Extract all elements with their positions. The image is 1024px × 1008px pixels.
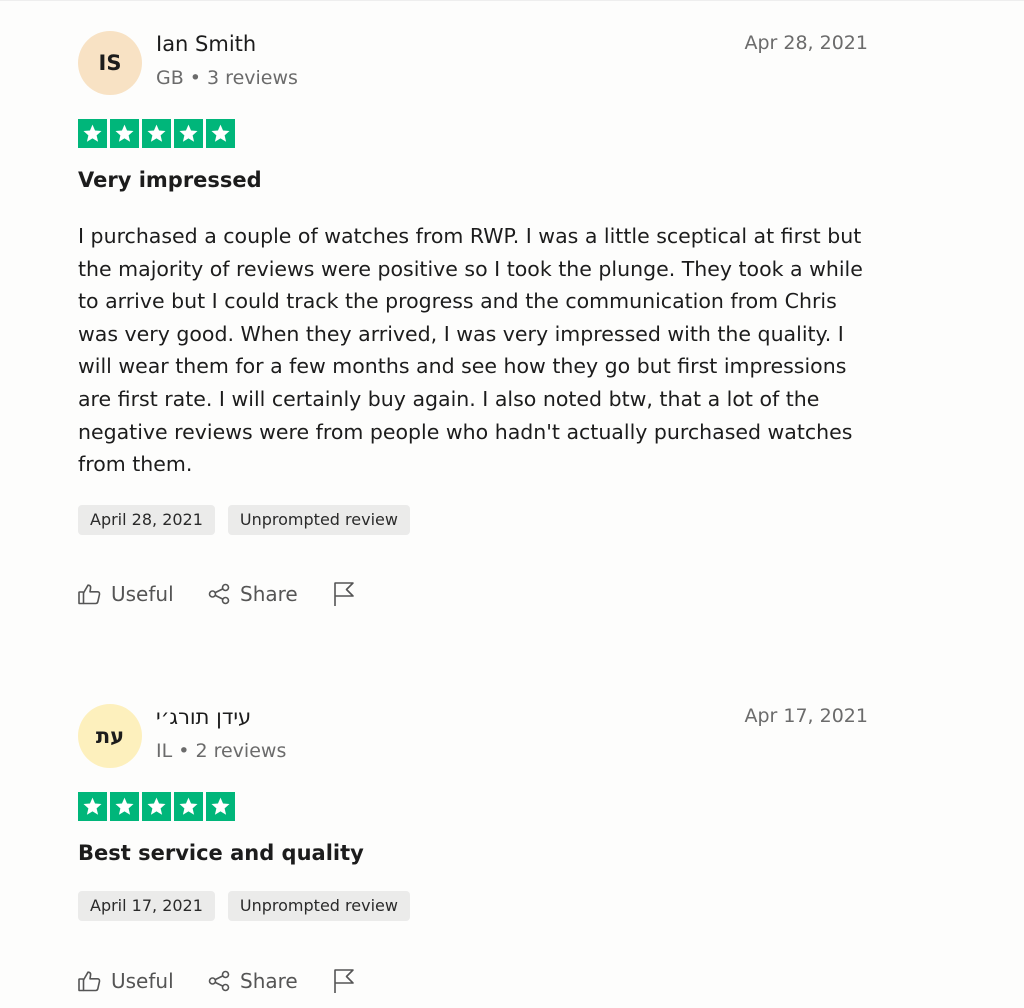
star-icon bbox=[78, 119, 107, 148]
review-tags: April 28, 2021 Unprompted review bbox=[78, 505, 410, 535]
review-title[interactable]: Very impressed bbox=[78, 168, 262, 192]
star-icon bbox=[142, 792, 171, 821]
share-button[interactable]: Share bbox=[208, 578, 298, 610]
unprompted-review-badge[interactable]: Unprompted review bbox=[227, 891, 410, 921]
review-card: עת עידן תורג׳י IL • 2 reviews Apr 17, 20… bbox=[78, 703, 868, 993]
report-button[interactable] bbox=[333, 578, 355, 610]
review-header: עת עידן תורג׳י IL • 2 reviews Apr 17, 20… bbox=[78, 703, 868, 769]
share-icon bbox=[208, 970, 230, 992]
review-actions: Useful Share bbox=[78, 965, 378, 997]
review-date: Apr 28, 2021 bbox=[744, 32, 868, 54]
star-rating bbox=[78, 119, 235, 148]
review-header: IS Ian Smith GB • 3 reviews Apr 28, 2021 bbox=[78, 30, 868, 96]
thumbs-up-icon bbox=[78, 583, 101, 605]
useful-button[interactable]: Useful bbox=[78, 965, 174, 997]
review-tags: April 17, 2021 Unprompted review bbox=[78, 891, 410, 921]
share-label: Share bbox=[240, 969, 298, 993]
review-actions: Useful Share bbox=[78, 578, 378, 610]
reviewer-meta: IL • 2 reviews bbox=[156, 740, 287, 762]
star-icon bbox=[206, 792, 235, 821]
star-icon bbox=[78, 792, 107, 821]
reviewer-meta: GB • 3 reviews bbox=[156, 67, 298, 89]
share-icon bbox=[208, 583, 230, 605]
date-of-experience-badge: April 17, 2021 bbox=[78, 891, 215, 921]
star-icon bbox=[206, 119, 235, 148]
star-icon bbox=[110, 792, 139, 821]
review-card: IS Ian Smith GB • 3 reviews Apr 28, 2021… bbox=[78, 30, 868, 606]
report-button[interactable] bbox=[333, 965, 355, 997]
review-body: I purchased a couple of watches from RWP… bbox=[78, 224, 863, 477]
flag-icon bbox=[333, 968, 355, 994]
star-icon bbox=[174, 792, 203, 821]
useful-label: Useful bbox=[111, 582, 174, 606]
avatar[interactable]: עת bbox=[78, 704, 142, 768]
flag-icon bbox=[333, 581, 355, 607]
share-button[interactable]: Share bbox=[208, 965, 298, 997]
useful-label: Useful bbox=[111, 969, 174, 993]
share-label: Share bbox=[240, 582, 298, 606]
review-date: Apr 17, 2021 bbox=[744, 705, 868, 727]
date-of-experience-badge: April 28, 2021 bbox=[78, 505, 215, 535]
star-icon bbox=[142, 119, 171, 148]
star-icon bbox=[174, 119, 203, 148]
top-divider bbox=[0, 0, 1024, 1]
star-rating bbox=[78, 792, 235, 821]
reviewer-name[interactable]: Ian Smith bbox=[156, 32, 256, 56]
reviewer-name[interactable]: עידן תורג׳י bbox=[156, 705, 251, 729]
useful-button[interactable]: Useful bbox=[78, 578, 174, 610]
star-icon bbox=[110, 119, 139, 148]
avatar[interactable]: IS bbox=[78, 31, 142, 95]
thumbs-up-icon bbox=[78, 970, 101, 992]
review-title[interactable]: Best service and quality bbox=[78, 841, 364, 865]
unprompted-review-badge[interactable]: Unprompted review bbox=[227, 505, 410, 535]
